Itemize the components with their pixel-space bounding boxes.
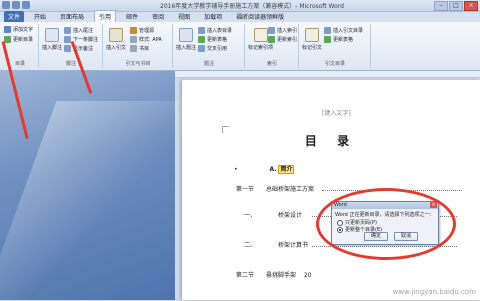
- selected-text: 简介: [278, 165, 295, 174]
- toc-entry[interactable]: 第一节 总础桥架施工方案: [236, 184, 314, 193]
- group-label: 索引: [266, 61, 277, 67]
- quick-access-toolbar: [2, 1, 30, 9]
- group-index: 标记索引项 插入索引 更新索引 索引: [246, 24, 299, 68]
- notes-icon: [64, 45, 71, 52]
- add-text-icon: [4, 26, 11, 33]
- update-index-button[interactable]: 更新索引: [268, 36, 297, 43]
- light-streak: [0, 101, 207, 301]
- toc-title: 目 录: [304, 134, 358, 148]
- toc-entry[interactable]: • A. 简介: [234, 164, 295, 174]
- show-notes-button[interactable]: 显示备注: [64, 45, 93, 52]
- add-text-button[interactable]: 添加文字: [4, 26, 33, 33]
- refresh-icon: [4, 36, 11, 43]
- tab-review[interactable]: 审阅: [148, 11, 168, 22]
- group-captions: 插入题注 插入表目录 更新表格 交叉引用 题注: [174, 24, 245, 68]
- refresh-icon: [268, 36, 275, 43]
- manage-sources-button[interactable]: 管理源: [130, 27, 154, 34]
- watermark: www.jingyan.baidu.com: [392, 288, 476, 296]
- navigation-pane-background: [0, 71, 207, 301]
- refresh-icon: [324, 36, 331, 43]
- cross-reference-button[interactable]: 交叉引用: [198, 45, 227, 52]
- tab-view[interactable]: 视图: [174, 11, 194, 22]
- tab-addins[interactable]: 加载项: [200, 11, 226, 22]
- minimize-button[interactable]: –: [434, 1, 448, 11]
- tab-references[interactable]: 引用: [94, 10, 117, 22]
- group-citations: 插入引文 管理源 样式: APA 书目 引文与书目: [104, 24, 173, 68]
- tab-page-layout[interactable]: 页面布局: [56, 11, 88, 22]
- refresh-icon: [198, 36, 205, 43]
- footnote-icon: [45, 28, 59, 42]
- save-icon[interactable]: [2, 1, 10, 9]
- group-label: 引文与书目: [125, 61, 151, 67]
- bibliography-button[interactable]: 书目: [130, 45, 149, 52]
- undo-icon[interactable]: [12, 1, 20, 9]
- update-authorities-button[interactable]: 更新表格: [324, 36, 353, 43]
- insert-table-of-figures-button[interactable]: 插入表目录: [198, 27, 232, 34]
- style-dropdown[interactable]: 样式: APA: [130, 36, 162, 43]
- style-icon: [130, 36, 137, 43]
- maximize-button[interactable]: □: [449, 1, 463, 11]
- window-title: 2016年度大学教学辅导手册施工方案（兼容模式）- Microsoft Word: [160, 3, 344, 10]
- update-toc-button[interactable]: 更新目录: [4, 36, 33, 43]
- insert-endnote-button[interactable]: 插入尾注: [64, 27, 93, 34]
- table-of-figures-icon: [198, 27, 205, 34]
- update-table-button[interactable]: 更新表格: [198, 36, 227, 43]
- redo-icon[interactable]: [22, 1, 30, 9]
- annotation-ellipse: [316, 188, 456, 260]
- window-controls: – □ ×: [434, 1, 478, 11]
- horizontal-ruler: [175, 71, 480, 78]
- toc-entry[interactable]: 二、 桥架计算书: [244, 240, 308, 249]
- insert-table-of-authorities-button[interactable]: 插入引文目录: [324, 27, 363, 34]
- insert-caption-button[interactable]: 插入题注: [176, 28, 196, 51]
- insert-footnote-button[interactable]: 插入脚注: [42, 28, 62, 51]
- mark-citation-button[interactable]: 标记引文: [302, 28, 322, 51]
- tab-mailings[interactable]: 邮件: [122, 11, 142, 22]
- ribbon-tabs: 文件 开始 页面布局 引用 邮件 审阅 视图 加载项 福昕阅读器领鲜版: [0, 10, 480, 22]
- toc-entry[interactable]: 一、 桥架设计: [244, 210, 302, 219]
- insert-index-button[interactable]: 插入索引: [268, 27, 297, 34]
- group-table-of-authorities: 标记引文 插入引文目录 更新表格 引文目录: [300, 24, 371, 68]
- link-icon: [198, 45, 205, 52]
- mark-citation-icon: [305, 28, 319, 42]
- sources-icon: [130, 27, 137, 34]
- tab-file[interactable]: 文件: [4, 11, 25, 22]
- insert-citation-button[interactable]: 插入引文: [106, 28, 126, 51]
- authorities-icon: [324, 27, 331, 34]
- group-label: 题注: [203, 61, 214, 67]
- mark-entry-icon: [253, 28, 268, 42]
- index-icon: [268, 27, 275, 34]
- group-label: 脚注: [65, 61, 76, 67]
- close-button[interactable]: ×: [464, 1, 478, 11]
- document-page[interactable]: [键入文字] 目 录 • A. 简介 第一节 总础桥架施工方案 一、 桥架设计 …: [182, 80, 480, 300]
- header-placeholder[interactable]: [键入文字]: [322, 108, 351, 117]
- citation-icon: [109, 28, 123, 42]
- tab-home[interactable]: 开始: [30, 11, 50, 22]
- next-footnote-button[interactable]: 下一条脚注: [64, 36, 98, 43]
- toc-entry[interactable]: 第二节 悬挑脚手架 20: [236, 270, 312, 279]
- group-label: 引文目录: [324, 61, 345, 67]
- tab-foxit[interactable]: 福昕阅读器领鲜版: [232, 11, 288, 22]
- endnote-icon: [64, 27, 71, 34]
- caption-icon: [179, 28, 193, 42]
- bibliography-icon: [130, 45, 137, 52]
